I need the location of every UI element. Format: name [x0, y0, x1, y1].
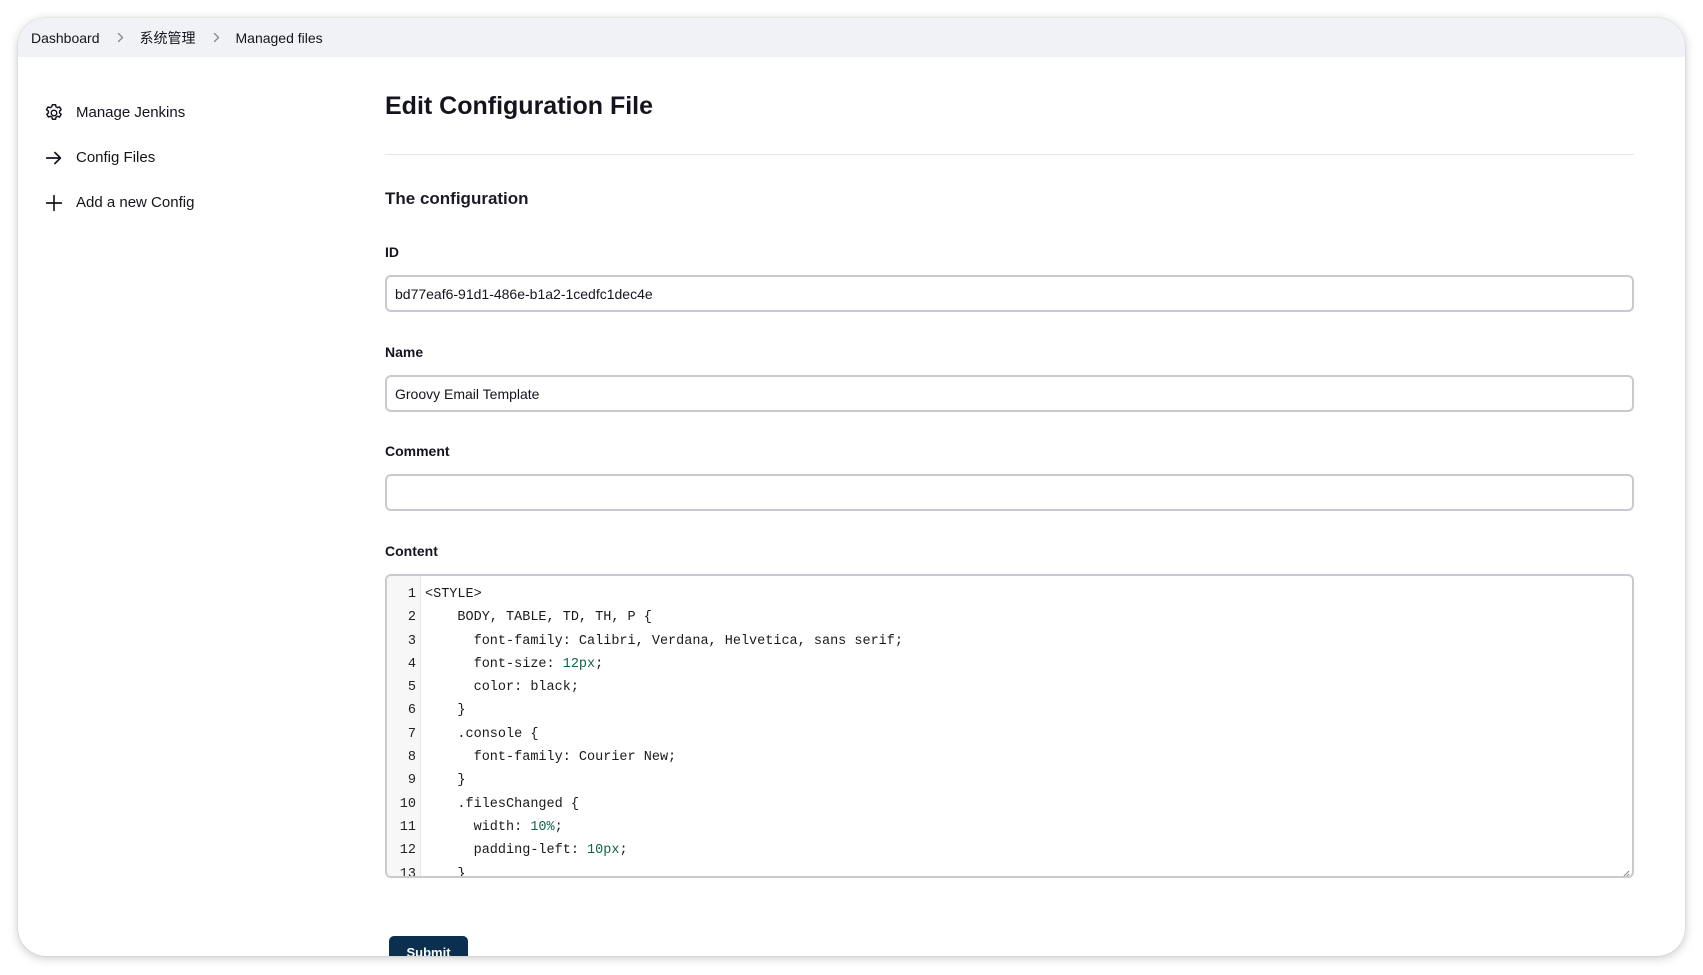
chevron-right-icon	[114, 31, 127, 44]
line-number: 2	[407, 610, 416, 626]
content-editor[interactable]: 1 2 3 4 5 6 7 8 9 10 11 12 13 <STYLE> BODY, TABLE, T…	[385, 574, 1634, 878]
section-title: The configuration	[385, 189, 529, 208]
sidebar-item-manage-jenkins[interactable]: Manage Jenkins	[42, 90, 342, 135]
sidebar-item-add-new-config[interactable]: Add a new Config	[42, 180, 342, 225]
breadcrumb: Dashboard 系统管理 Managed files	[18, 18, 1685, 57]
name-label: Name	[385, 344, 424, 360]
code-line: width: 10%;	[425, 819, 563, 835]
code-line: }	[425, 773, 466, 789]
gear-icon	[42, 101, 66, 125]
line-number: 5	[407, 680, 416, 696]
submit-button[interactable]: Submit	[389, 936, 468, 956]
code-line: .filesChanged {	[425, 796, 579, 812]
code-line: BODY, TABLE, TD, TH, P {	[425, 610, 652, 626]
line-number: 10	[399, 796, 416, 812]
line-number: 9	[407, 773, 416, 789]
line-number-gutter: 1 2 3 4 5 6 7 8 9 10 11 12 13	[387, 576, 421, 876]
line-number: 3	[407, 633, 416, 649]
breadcrumb-system-management[interactable]: 系统管理	[140, 28, 196, 48]
arrow-right-icon	[42, 146, 66, 170]
name-field[interactable]	[385, 375, 1634, 412]
code-line: <STYLE>	[425, 587, 482, 602]
comment-field[interactable]	[385, 474, 1634, 511]
code-line: padding-left: 10px;	[425, 843, 628, 859]
line-number: 6	[407, 703, 416, 719]
chevron-right-icon	[210, 31, 223, 44]
code-line: font-family: Courier New;	[425, 750, 677, 766]
content-label: Content	[385, 543, 438, 559]
id-label: ID	[385, 244, 399, 260]
sidebar-item-label: Manage Jenkins	[76, 104, 186, 121]
code-area[interactable]: <STYLE> BODY, TABLE, TD, TH, P { font-fa…	[421, 576, 1632, 876]
sidebar: Manage Jenkins Config Files Add a new Co…	[42, 90, 342, 225]
code-line: }	[425, 866, 466, 878]
sidebar-item-label: Add a new Config	[76, 194, 195, 211]
code-line: color: black;	[425, 680, 579, 696]
line-number: 7	[407, 726, 416, 742]
line-number: 8	[407, 750, 416, 766]
comment-label: Comment	[385, 443, 450, 459]
line-number: 12	[399, 843, 416, 859]
page-title: Edit Configuration File	[385, 92, 654, 120]
line-number: 13	[399, 866, 416, 878]
sidebar-item-label: Config Files	[76, 149, 156, 166]
resize-handle-icon[interactable]	[1621, 865, 1630, 876]
code-line: .console {	[425, 726, 539, 742]
code-line: font-size: 12px;	[425, 656, 604, 672]
plus-icon	[42, 191, 66, 215]
divider	[385, 154, 1634, 155]
app-window: Dashboard 系统管理 Managed files Manage Jenk…	[18, 18, 1685, 956]
code-line: }	[425, 703, 466, 719]
line-number: 1	[407, 587, 416, 602]
id-field[interactable]	[385, 275, 1634, 312]
line-number: 11	[399, 819, 416, 835]
breadcrumb-dashboard[interactable]: Dashboard	[31, 30, 100, 46]
sidebar-item-config-files[interactable]: Config Files	[42, 135, 342, 180]
breadcrumb-managed-files[interactable]: Managed files	[236, 30, 323, 46]
line-number: 4	[407, 656, 416, 672]
code-line: font-family: Calibri, Verdana, Helvetica…	[425, 633, 903, 649]
